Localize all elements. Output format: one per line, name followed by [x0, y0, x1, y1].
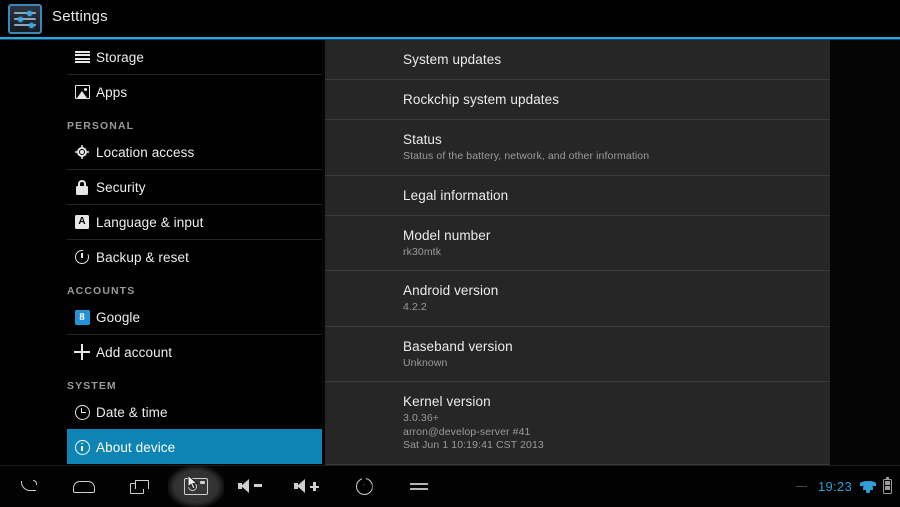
language-icon: A: [73, 213, 91, 231]
apps-icon: [73, 83, 91, 101]
volume-up-icon: [294, 479, 322, 495]
wifi-icon[interactable]: [859, 480, 876, 493]
nav-screenshot-button[interactable]: [168, 466, 224, 507]
battery-icon[interactable]: [883, 477, 892, 494]
kernel-line-1: 3.0.36+: [403, 412, 440, 424]
section-header-label: ACCOUNTS: [67, 285, 136, 297]
sidebar-item-language-input[interactable]: A Language & input: [67, 204, 322, 239]
sidebar-section-accounts: ACCOUNTS: [67, 274, 322, 300]
lock-icon: [73, 178, 91, 196]
plus-icon: [73, 343, 91, 361]
clock-icon: [73, 403, 91, 421]
sidebar-item-date-time[interactable]: Date & time: [67, 395, 322, 429]
list-item-baseband-version[interactable]: Baseband version Unknown: [325, 325, 830, 382]
recent-apps-icon: [130, 479, 150, 494]
list-item-value: rk30mtk: [403, 245, 442, 258]
status-clock[interactable]: 19:23: [818, 479, 852, 494]
nav-back-button[interactable]: [0, 466, 56, 507]
sidebar-item-label: About device: [96, 439, 176, 455]
list-item-subtitle: Status of the battery, network, and othe…: [403, 150, 650, 162]
section-header-label: PERSONAL: [67, 120, 135, 132]
system-navigation-bar: 19:23: [0, 465, 900, 507]
sidebar-item-add-account[interactable]: Add account: [67, 334, 322, 369]
nav-home-button[interactable]: [56, 466, 112, 507]
sidebar-item-about-device[interactable]: About device: [67, 429, 322, 464]
main-stage: Storage Apps PERSONAL Location access Se…: [0, 40, 900, 465]
list-item-title: Android version: [403, 283, 499, 298]
list-item-status[interactable]: Status Status of the battery, network, a…: [325, 119, 830, 175]
sidebar-item-label: Apps: [96, 84, 128, 100]
status-area[interactable]: 19:23: [795, 466, 892, 507]
sidebar-item-backup-reset[interactable]: Backup & reset: [67, 239, 322, 274]
nav-volume-up-button[interactable]: [280, 466, 336, 507]
sidebar-item-location-access[interactable]: Location access: [67, 135, 322, 169]
home-icon: [73, 480, 95, 493]
list-item-title: System updates: [403, 52, 502, 67]
list-item-rockchip-system-updates[interactable]: Rockchip system updates: [325, 79, 830, 119]
sidebar-item-apps[interactable]: Apps: [67, 74, 322, 109]
list-item-android-version[interactable]: Android version 4.2.2: [325, 270, 830, 326]
nav-power-button[interactable]: [336, 466, 392, 507]
backup-restore-icon: [73, 248, 91, 266]
settings-sliders-icon: [8, 4, 42, 34]
sidebar-item-label: Add account: [96, 344, 173, 360]
list-item-title: Rockchip system updates: [403, 92, 560, 107]
settings-window: Settings Storage Apps PERSONAL Location …: [0, 0, 900, 507]
window-title: Settings: [52, 8, 108, 25]
nav-recents-button[interactable]: [112, 466, 168, 507]
sidebar-item-label: Language & input: [96, 214, 204, 230]
sidebar-item-label: Storage: [96, 49, 144, 65]
list-item-system-updates[interactable]: System updates: [325, 40, 830, 79]
sidebar-item-storage[interactable]: Storage: [67, 40, 322, 74]
list-item-title: Status: [403, 132, 442, 147]
back-arrow-icon: [18, 479, 38, 493]
sidebar-item-label: Backup & reset: [96, 249, 189, 265]
kernel-line-3: Sat Jun 1 10:19:41 CST 2013: [403, 439, 544, 451]
location-icon: [73, 143, 91, 161]
sidebar-item-security[interactable]: Security: [67, 169, 322, 204]
double-chevron-down-icon: [409, 480, 430, 494]
status-separator: [795, 485, 807, 488]
mouse-cursor: [188, 475, 199, 490]
list-item-kernel-version[interactable]: Kernel version 3.0.36+ arron@develop-ser…: [325, 381, 830, 464]
sidebar-section-personal: PERSONAL: [67, 109, 322, 135]
list-item-value: Unknown: [403, 356, 448, 369]
list-item-legal-information[interactable]: Legal information: [325, 174, 830, 215]
list-item-value: 3.0.36+ arron@develop-server #41 Sat Jun…: [403, 412, 830, 453]
list-item-title: Kernel version: [403, 394, 491, 409]
list-item-title: Legal information: [403, 187, 509, 203]
storage-icon: [73, 48, 91, 66]
sidebar-item-label: Date & time: [96, 404, 168, 420]
list-item-value: 4.2.2: [403, 301, 427, 313]
sidebar-item-google[interactable]: 8 Google: [67, 300, 322, 334]
kernel-line-2: arron@develop-server #41: [403, 425, 531, 438]
sidebar-item-label: Security: [96, 179, 146, 195]
about-device-list[interactable]: System updates Rockchip system updates S…: [325, 40, 830, 465]
nav-collapse-button[interactable]: [392, 466, 448, 507]
accent-divider: [0, 37, 900, 40]
list-item-title: Baseband version: [403, 338, 513, 354]
settings-sidebar[interactable]: Storage Apps PERSONAL Location access Se…: [0, 40, 322, 465]
list-item-model-number[interactable]: Model number rk30mtk: [325, 214, 830, 271]
sidebar-item-label: Location access: [96, 144, 195, 160]
google-icon: 8: [73, 308, 91, 326]
sidebar-item-label: Google: [96, 309, 141, 325]
list-item-title: Model number: [403, 227, 491, 243]
info-icon: [73, 438, 91, 456]
volume-down-icon: [238, 479, 266, 495]
power-icon: [355, 478, 373, 495]
section-header-label: SYSTEM: [67, 380, 117, 392]
sidebar-section-system: SYSTEM: [67, 369, 322, 395]
title-bar: Settings: [0, 0, 900, 36]
nav-volume-down-button[interactable]: [224, 466, 280, 507]
